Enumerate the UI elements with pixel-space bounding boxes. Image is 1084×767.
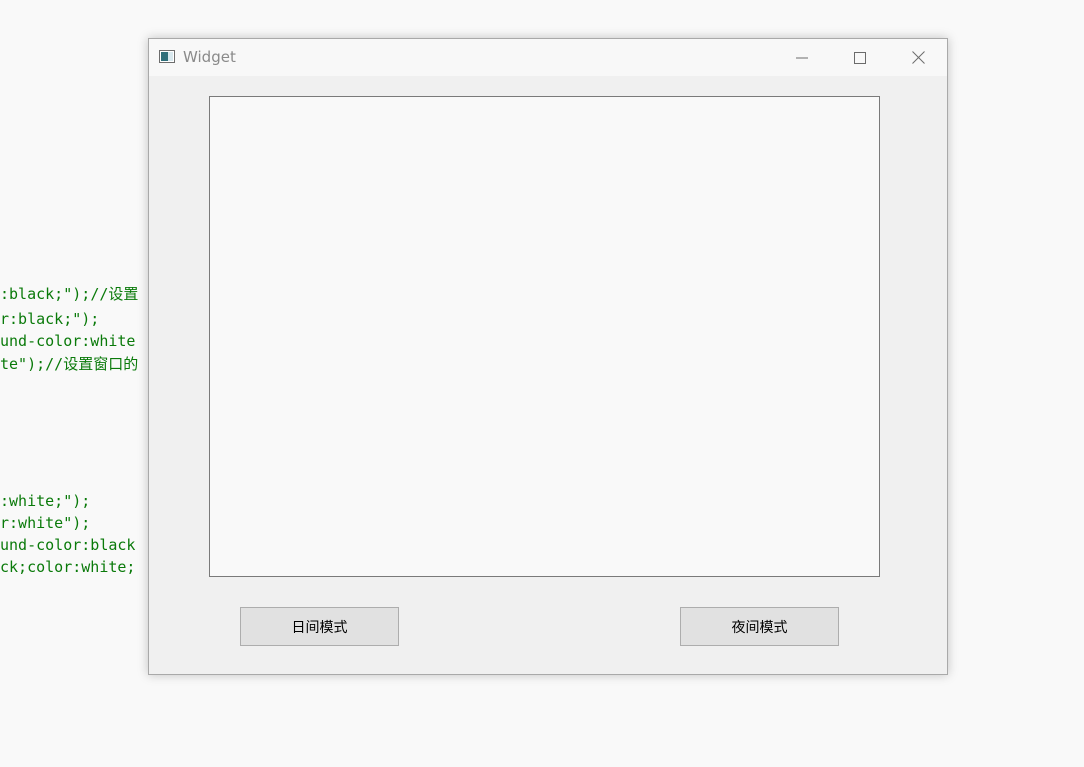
night-mode-button[interactable]: 夜间模式 [680,607,839,646]
window-title: Widget [183,48,236,66]
code-line: :white;"); [0,492,91,510]
display-area [209,96,880,577]
code-line: :black;");//设置 [0,285,139,303]
title-bar[interactable]: Widget [149,39,947,76]
code-line: und-color:black [0,536,136,554]
close-icon [911,51,925,64]
code-line: und-color:white [0,332,136,350]
close-button[interactable] [889,39,947,76]
minimize-button[interactable] [773,39,831,76]
maximize-button[interactable] [831,39,889,76]
minimize-icon [796,57,808,58]
code-line: r:black;"); [0,310,100,328]
code-line: te");//设置窗口的 [0,355,139,373]
day-mode-button[interactable]: 日间模式 [240,607,399,646]
desktop: :black;");//设置 r:black;"); und-color:whi… [0,0,1084,767]
app-window-icon [159,50,175,63]
maximize-icon [854,51,866,64]
widget-window: Widget 日间模式 夜间模式 [148,38,948,675]
code-line: ck;color:white; [0,558,136,576]
window-client-area: 日间模式 夜间模式 [149,76,947,674]
code-line: r:white"); [0,514,91,532]
